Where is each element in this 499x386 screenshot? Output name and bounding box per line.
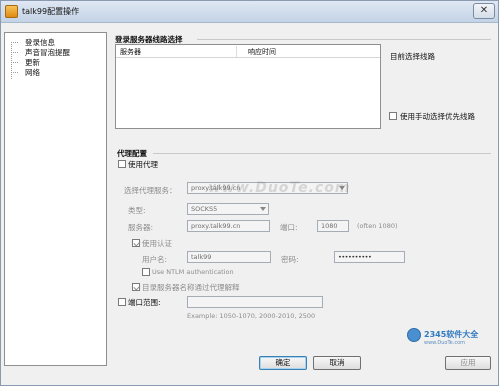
- brand-logo-text: 2345软件大全: [424, 330, 479, 339]
- use-proxy-checkbox[interactable]: [118, 160, 126, 168]
- section-divider: [153, 153, 491, 154]
- port-range-checkbox[interactable]: [118, 298, 126, 306]
- proxy-section-title: 代理配置: [117, 149, 147, 158]
- app-icon: [5, 5, 18, 18]
- server-list-header: 服务器 响应时间: [116, 45, 380, 58]
- tree-connector: [11, 42, 12, 79]
- resolve-via-proxy-label: 目录服务器名称通过代理解释: [142, 283, 240, 292]
- ntlm-checkbox[interactable]: [142, 268, 150, 276]
- port-range-example: Example: 1050-1070, 2000-2010, 2500: [187, 312, 316, 320]
- password-input[interactable]: ••••••••••: [334, 251, 405, 263]
- use-auth-checkbox[interactable]: [132, 239, 140, 247]
- server-list[interactable]: 服务器 响应时间: [115, 44, 381, 129]
- ntlm-label: Use NTLM authentication: [152, 268, 234, 276]
- column-header-server[interactable]: 服务器: [120, 47, 141, 57]
- password-label: 密码:: [281, 255, 299, 264]
- proxy-port-input[interactable]: 1080: [317, 220, 349, 232]
- cancel-button[interactable]: 取消: [313, 356, 361, 370]
- proxy-type-label: 类型:: [128, 206, 146, 215]
- window-title: talk99配置操作: [22, 7, 80, 16]
- proxy-port-label: 端口:: [280, 223, 298, 232]
- manual-route-label: 使用手动选择优先线路: [400, 112, 475, 121]
- chevron-down-icon: [260, 207, 266, 211]
- column-header-response-time[interactable]: 响应时间: [248, 47, 276, 57]
- username-input[interactable]: talk99: [187, 251, 271, 263]
- ok-button[interactable]: 确定: [259, 356, 307, 370]
- use-proxy-label: 使用代理: [128, 160, 158, 169]
- proxy-type-select-value: SOCKS5: [191, 205, 218, 213]
- use-auth-label: 使用认证: [142, 239, 172, 248]
- proxy-server-input[interactable]: proxy.talk99.cn: [187, 220, 270, 232]
- proxy-type-select[interactable]: SOCKS5: [187, 203, 269, 215]
- title-bar[interactable]: talk99配置操作 ✕: [1, 1, 498, 23]
- port-range-input[interactable]: [187, 296, 323, 308]
- brand-logo-url: www.DuoTe.com: [424, 340, 466, 346]
- username-label: 用户名:: [142, 255, 168, 264]
- resolve-via-proxy-checkbox[interactable]: [132, 283, 140, 291]
- close-button[interactable]: ✕: [473, 3, 495, 19]
- watermark: www.DuoTe.com: [208, 180, 351, 196]
- current-route-label: 目前选择线路: [390, 52, 435, 61]
- select-proxy-server-label: 选择代理服务：: [124, 186, 177, 195]
- brand-logo-icon: [407, 328, 421, 342]
- settings-tree: 登录信息 声音冒泡提醒 更新 网络: [4, 32, 107, 366]
- config-dialog: talk99配置操作 ✕ 登录信息 声音冒泡提醒 更新 网络 登录服务器线路选择…: [0, 0, 499, 386]
- proxy-server-label: 服务器:: [128, 223, 154, 232]
- port-hint: (often 1080): [357, 222, 398, 230]
- section-divider: [197, 39, 491, 40]
- tree-item-label: 网络: [25, 68, 40, 77]
- manual-route-checkbox[interactable]: [389, 112, 397, 120]
- port-range-label: 端口范围:: [128, 298, 161, 307]
- apply-button[interactable]: 应用: [445, 356, 491, 370]
